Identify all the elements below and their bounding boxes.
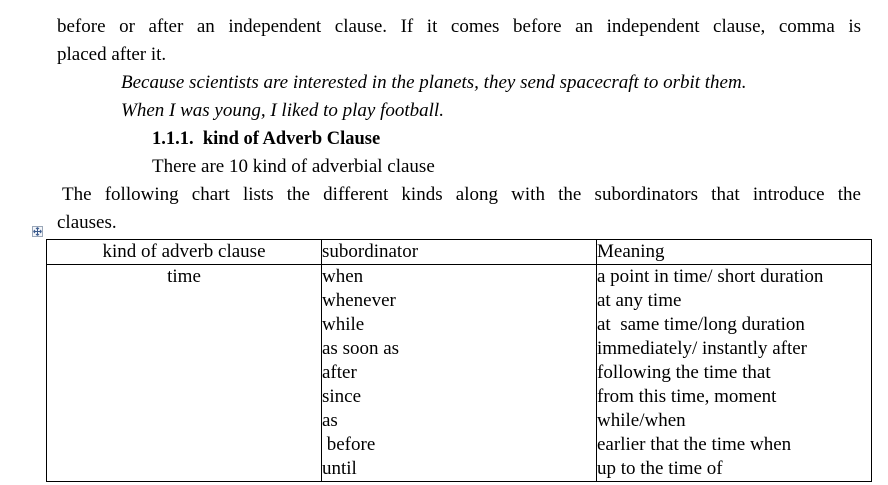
header-subordinator: subordinator — [321, 239, 597, 265]
header-meaning: Meaning — [596, 239, 872, 265]
kind-cell: time — [46, 264, 322, 482]
meaning-item: earlier that the time when — [597, 434, 792, 455]
paragraph-line-2: placed after it. — [57, 44, 167, 65]
table-row: time when whenever while as soon as afte… — [46, 264, 872, 482]
table-header-row: kind of adverb clause subordinator Meani… — [46, 239, 872, 265]
meaning-item: up to the time of — [597, 458, 723, 479]
table-move-handle-icon[interactable] — [32, 226, 43, 237]
meaning-item: following the time that — [597, 362, 771, 383]
header-kind: kind of adverb clause — [46, 239, 322, 265]
section-title: kind of Adverb Clause — [202, 129, 381, 149]
section-number: 1.1.1. — [152, 129, 194, 149]
meaning-item: while/when — [597, 410, 686, 431]
meaning-cell: a point in time/ short duration at any t… — [596, 264, 872, 482]
meaning-item: a point in time/ short duration — [597, 266, 824, 287]
meaning-item: at same time/long duration — [597, 314, 805, 335]
subordinator-item: before — [322, 434, 376, 455]
meaning-item: immediately/ instantly after — [597, 338, 807, 359]
adverb-clause-table: kind of adverb clause subordinator Meani… — [46, 239, 872, 482]
meaning-item: from this time, moment — [597, 386, 777, 407]
subordinator-item: since — [322, 386, 362, 407]
subordinator-item: as — [322, 410, 338, 431]
subordinator-item: whenever — [322, 290, 396, 311]
subordinator-item: after — [322, 362, 357, 383]
example-sentence-2: When I was young, I liked to play footba… — [121, 100, 444, 121]
subordinator-item: until — [322, 458, 357, 479]
subordinator-item: when — [322, 266, 364, 287]
paragraph-line-1: before or after an independent clause. I… — [57, 16, 861, 37]
subordinator-cell: when whenever while as soon as after sin… — [321, 264, 597, 482]
section-heading: 1.1.1. kind of Adverb Clause — [152, 128, 380, 150]
section-subtitle: There are 10 kind of adverbial clause — [152, 156, 435, 177]
chart-intro-line-2: clauses. — [57, 212, 117, 233]
subordinator-item: while — [322, 314, 365, 335]
chart-intro-line-1: The following chart lists the different … — [62, 184, 861, 205]
example-sentence-1: Because scientists are interested in the… — [121, 72, 747, 93]
meaning-item: at any time — [597, 290, 682, 311]
subordinator-item: as soon as — [322, 338, 400, 359]
